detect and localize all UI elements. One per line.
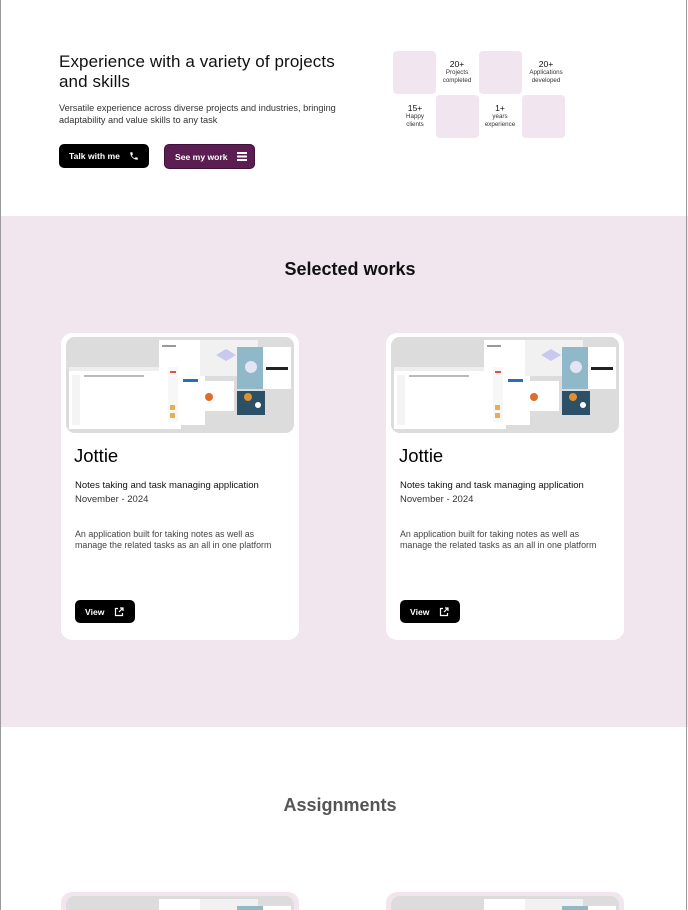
- list-icon: [236, 152, 247, 161]
- assignments-title: Assignments: [283, 795, 397, 815]
- selected-works-title: Selected works: [284, 259, 416, 279]
- assignment-card: [61, 892, 299, 910]
- project-name: Jottie: [74, 445, 119, 466]
- hero-section: Experience with a variety of projects an…: [0, 0, 688, 216]
- page-border-left: [0, 0, 1, 910]
- project-card: Jottie Notes taking and task managing ap…: [386, 333, 624, 640]
- stat-number: 20+: [449, 59, 465, 69]
- hero-subtitle: Versatile experience across diverse proj…: [59, 103, 336, 125]
- view-label: View: [85, 606, 105, 617]
- assignment-card: [386, 892, 624, 910]
- project-description: An application built for taking notes as…: [75, 529, 272, 551]
- stat-label: Applications developed: [529, 69, 563, 84]
- external-link-icon: [439, 606, 450, 617]
- stat-projects: 20+ Projects completed: [427, 59, 487, 84]
- hero-title: Experience with a variety of projects an…: [59, 52, 335, 91]
- external-link-icon: [114, 606, 125, 617]
- view-project-button[interactable]: View: [400, 600, 460, 623]
- stat-experience: 1+ years experience: [470, 103, 530, 128]
- stat-tile: [522, 95, 565, 138]
- project-screenshot: [66, 337, 294, 433]
- stat-number: 1+: [495, 103, 505, 113]
- assignments-section: Assignments: [0, 727, 688, 910]
- stats-grid: 20+ Projects completed 20+ Applications …: [393, 51, 567, 139]
- project-description: An application built for taking notes as…: [400, 529, 597, 551]
- view-project-button[interactable]: View: [75, 600, 135, 623]
- view-label: View: [410, 606, 430, 617]
- project-date: November - 2024: [75, 494, 149, 505]
- selected-works-section: Selected works Jottie Notes taking and t…: [0, 216, 688, 727]
- project-name: Jottie: [399, 445, 444, 466]
- stat-label: Projects completed: [442, 69, 472, 84]
- project-card: Jottie Notes taking and task managing ap…: [61, 333, 299, 640]
- stat-applications: 20+ Applications developed: [516, 59, 576, 84]
- see-my-work-label: See my work: [175, 151, 228, 162]
- project-subtitle: Notes taking and task managing applicati…: [75, 480, 259, 491]
- project-screenshot: [391, 337, 619, 433]
- talk-with-me-button[interactable]: Talk with me: [59, 144, 149, 168]
- stat-label: years experience: [484, 113, 516, 128]
- assignment-screenshot: [391, 896, 619, 910]
- assignment-screenshot: [66, 896, 294, 910]
- stat-label: Happy clients: [406, 113, 424, 128]
- stat-number: 20+: [538, 59, 554, 69]
- see-my-work-button[interactable]: See my work: [164, 144, 255, 169]
- talk-with-me-label: Talk with me: [69, 151, 120, 161]
- project-date: November - 2024: [400, 494, 474, 505]
- page-border-right: [686, 0, 687, 910]
- phone-icon: [129, 151, 139, 161]
- project-subtitle: Notes taking and task managing applicati…: [400, 480, 584, 491]
